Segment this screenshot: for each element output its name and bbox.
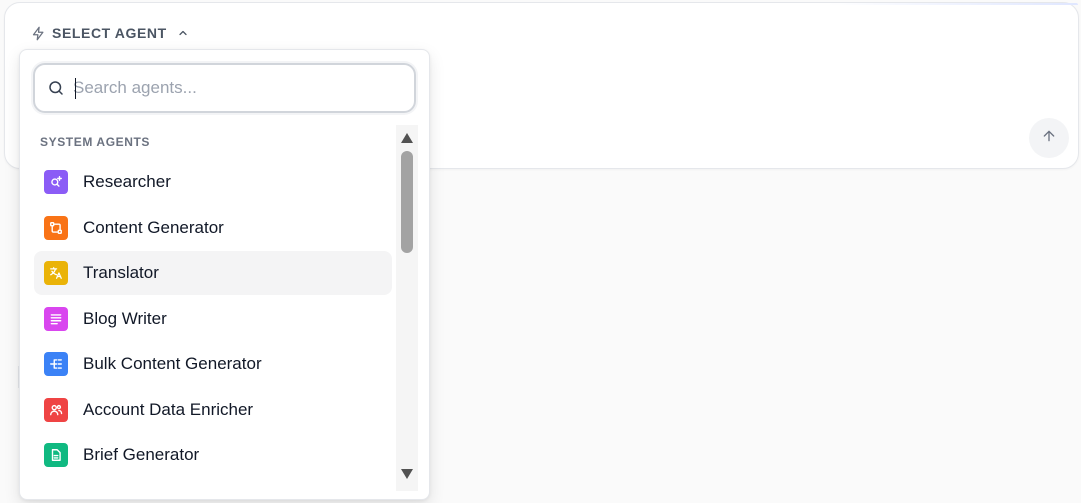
agent-item-blog-writer[interactable]: Blog Writer (34, 297, 392, 341)
page: SELECT AGENT Search agents... SYSTEM AGE… (0, 0, 1081, 503)
agent-label: Translator (83, 263, 159, 282)
translate-icon (44, 261, 68, 285)
lightning-icon (31, 26, 46, 41)
send-button[interactable] (1029, 118, 1069, 158)
select-agent-button[interactable]: SELECT AGENT (31, 21, 189, 45)
agent-label: Bulk Content Generator (83, 354, 262, 373)
agent-label: Researcher (83, 172, 171, 191)
agent-label: Content Generator (83, 217, 224, 237)
search-box[interactable] (33, 63, 416, 113)
composer-accent (828, 3, 1078, 5)
select-agent-label: SELECT AGENT (52, 25, 167, 41)
arrow-up-icon (1041, 128, 1057, 149)
agent-item-content-generator[interactable]: Content Generator (34, 206, 392, 250)
scroll-up-arrow-icon[interactable] (400, 131, 414, 143)
text-caret (75, 78, 76, 99)
workflow-icon (44, 215, 68, 240)
agent-item-brief-generator[interactable]: Brief Generator (34, 433, 392, 477)
article-icon (44, 306, 68, 331)
agent-list: Researcher Content Generator Translator … (34, 160, 392, 479)
scrollbar[interactable] (396, 125, 418, 491)
users-icon (44, 397, 68, 422)
search-input[interactable] (73, 75, 403, 101)
agent-label: Brief Generator (83, 445, 200, 464)
agent-item-account-data-enricher[interactable]: Account Data Enricher (34, 388, 392, 432)
hierarchy-icon (44, 352, 68, 376)
agent-item-researcher[interactable]: Researcher (34, 160, 392, 204)
search-icon (47, 79, 65, 102)
section-label: SYSTEM AGENTS (40, 135, 151, 149)
scrollbar-thumb[interactable] (401, 151, 413, 253)
agent-item-bulk-content-generator[interactable]: Bulk Content Generator (34, 342, 392, 386)
chevron-up-icon (177, 27, 189, 39)
research-icon (44, 170, 68, 194)
agent-item-translator[interactable]: Translator (34, 251, 392, 295)
scroll-down-arrow-icon[interactable] (400, 467, 414, 479)
agent-label: Blog Writer (83, 308, 167, 328)
agent-label: Account Data Enricher (83, 399, 254, 419)
document-icon (44, 443, 68, 467)
agent-dropdown: SYSTEM AGENTS Researcher (19, 49, 430, 500)
